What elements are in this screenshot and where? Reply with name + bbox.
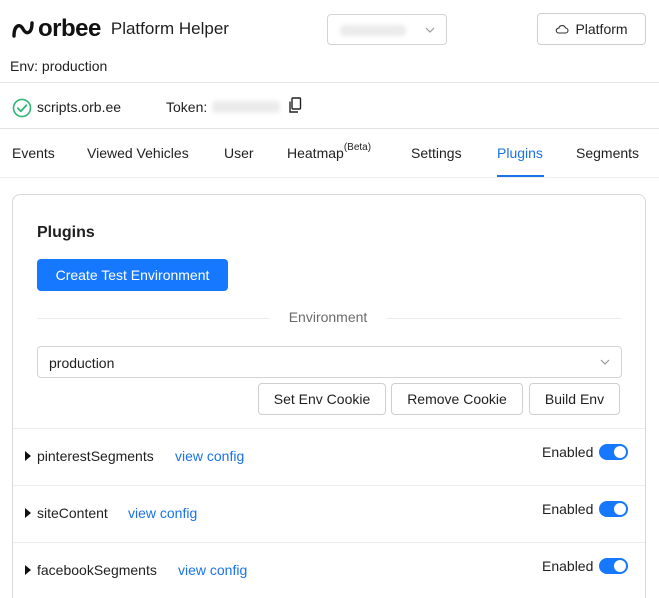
remove-cookie-button[interactable]: Remove Cookie <box>391 383 523 415</box>
account-select-value <box>340 25 406 36</box>
chevron-down-icon <box>425 27 435 33</box>
script-host: scripts.orb.ee <box>37 99 122 115</box>
create-test-environment-button[interactable]: Create Test Environment <box>37 259 228 291</box>
build-env-button[interactable]: Build Env <box>529 383 620 415</box>
caret-right-icon[interactable] <box>25 508 31 518</box>
check-circle-icon <box>12 98 32 118</box>
logo: orbee Platform Helper <box>11 17 229 41</box>
toggle-knob <box>614 503 626 515</box>
divider-line-right <box>387 318 622 319</box>
plugin-status-label: Enabled <box>542 501 594 517</box>
cloud-icon <box>556 25 569 34</box>
orbee-logo-mark-icon <box>12 21 34 38</box>
plugin-row-pinterest-segments[interactable]: pinterestSegments view config Enabled <box>13 428 645 485</box>
tab-viewed-vehicles[interactable]: Viewed Vehicles <box>87 145 189 161</box>
view-config-link[interactable]: view config <box>178 562 247 578</box>
plugins-title: Plugins <box>37 224 95 241</box>
plugin-status-label: Enabled <box>542 558 594 574</box>
plugin-name: pinterestSegments <box>37 448 154 464</box>
caret-right-icon[interactable] <box>25 451 31 461</box>
platform-button-label: Platform <box>575 21 628 37</box>
plugin-enabled-toggle[interactable] <box>599 558 628 574</box>
active-tab-indicator <box>497 175 544 177</box>
toggle-knob <box>614 446 626 458</box>
tab-segments[interactable]: Segments <box>576 145 639 161</box>
token-value <box>212 101 280 113</box>
tab-heatmap-badge: (Beta) <box>343 142 372 153</box>
caret-right-icon[interactable] <box>25 565 31 575</box>
plugin-name: facebookSegments <box>37 562 157 578</box>
token-label: Token: <box>166 99 208 115</box>
tab-user[interactable]: User <box>224 145 254 161</box>
set-env-cookie-button[interactable]: Set Env Cookie <box>258 383 386 415</box>
environment-select[interactable]: production <box>37 346 622 378</box>
copy-icon[interactable] <box>288 97 302 114</box>
environment-divider-label: Environment <box>288 309 368 325</box>
plugin-enabled-toggle[interactable] <box>599 501 628 517</box>
app-header: orbee Platform Helper Platform Env: prod… <box>0 0 659 83</box>
plugin-enabled-toggle[interactable] <box>599 444 628 460</box>
tab-heatmap[interactable]: Heatmap(Beta) <box>287 142 372 161</box>
plugin-row-site-content[interactable]: siteContent view config Enabled <box>13 485 645 542</box>
plugin-status-label: Enabled <box>542 444 594 460</box>
env-indicator: Env: production <box>10 58 108 74</box>
tab-settings[interactable]: Settings <box>411 145 462 161</box>
logo-text: orbee <box>38 15 101 42</box>
tab-plugins[interactable]: Plugins <box>497 145 543 161</box>
app-title: Platform Helper <box>110 19 229 38</box>
view-config-link[interactable]: view config <box>128 505 197 521</box>
account-select[interactable] <box>327 14 447 45</box>
environment-divider: Environment <box>37 308 622 328</box>
main-tabs: Events Viewed Vehicles User Heatmap(Beta… <box>0 130 659 178</box>
environment-select-value: production <box>49 355 115 371</box>
toggle-knob <box>614 560 626 572</box>
connection-status: scripts.orb.ee Token: <box>0 84 659 129</box>
platform-button[interactable]: Platform <box>537 13 646 45</box>
tab-events[interactable]: Events <box>12 145 55 161</box>
plugin-row-facebook-segments[interactable]: facebookSegments view config Enabled <box>13 542 645 598</box>
view-config-link[interactable]: view config <box>175 448 244 464</box>
chevron-down-icon <box>600 359 610 365</box>
plugins-card: Plugins Create Test Environment Environm… <box>12 194 646 598</box>
divider-line-left <box>37 318 269 319</box>
plugin-name: siteContent <box>37 505 108 521</box>
